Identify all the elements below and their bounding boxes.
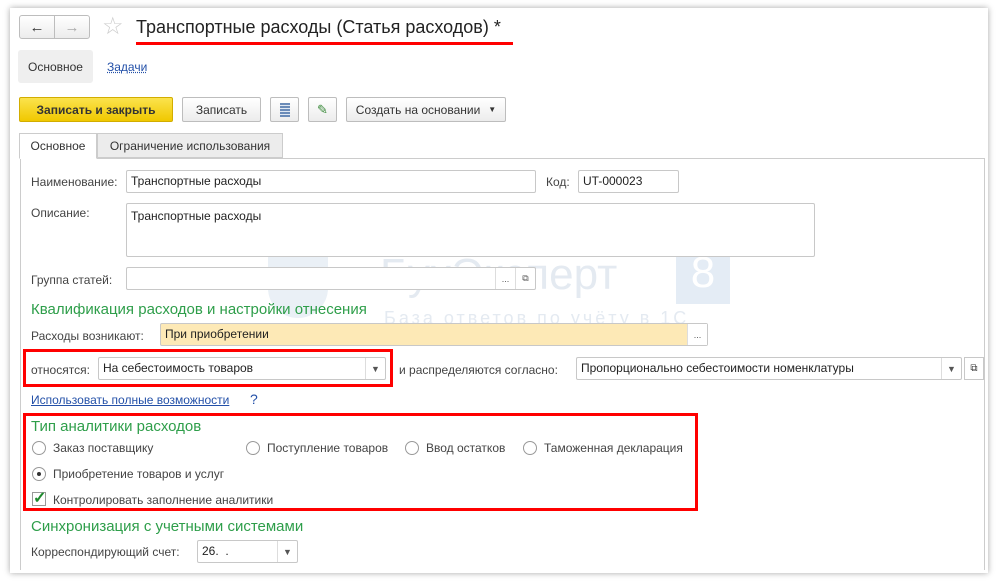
chevron-down-icon[interactable]: ▼ (277, 541, 297, 562)
arise-label: Расходы возникают: (31, 329, 144, 343)
analytics-header: Тип аналитики расходов (31, 418, 202, 435)
group-label: Группа статей: (31, 273, 113, 287)
radio-label: Заказ поставщику (53, 441, 154, 455)
create-based-button[interactable]: Создать на основании ▼ (346, 97, 506, 122)
account-select[interactable]: 26. . ▼ (197, 540, 298, 563)
chevron-down-icon[interactable]: ▼ (941, 358, 961, 379)
radio-label: Ввод остатков (426, 441, 506, 455)
nav-main-label: Основное (28, 59, 83, 74)
arise-select-button[interactable]: ... (687, 324, 707, 345)
description-label: Описание: (31, 206, 90, 220)
full-features-link[interactable]: Использовать полные возможности (31, 393, 229, 407)
relate-label: относятся: (31, 363, 90, 377)
radio-supplier-order[interactable] (32, 441, 46, 455)
radio-goods-services-purchase[interactable] (32, 467, 46, 481)
pencil-clock-icon: ✎ (317, 101, 328, 117)
title-underline (136, 42, 513, 45)
save-close-button[interactable]: Записать и закрыть (19, 97, 173, 122)
back-button[interactable]: ← (19, 15, 55, 39)
open-icon[interactable]: ⧉ (964, 357, 984, 380)
group-input[interactable]: ... ⧉ (126, 267, 536, 290)
tab-restrictions[interactable]: Ограничение использования (97, 133, 283, 158)
chevron-down-icon[interactable]: ▼ (365, 358, 385, 379)
document-list-icon (279, 102, 290, 117)
account-label: Корреспондирующий счет: (31, 545, 180, 559)
edit-history-button[interactable]: ✎ (308, 97, 337, 122)
distrib-label: и распределяются согласно: (399, 363, 558, 377)
code-label: Код: (546, 175, 570, 189)
nav-main[interactable]: Основное (18, 50, 93, 83)
qualification-header: Квалификация расходов и настройки отнесе… (31, 301, 367, 318)
name-input[interactable]: Транспортные расходы (126, 170, 536, 193)
group-select-button[interactable]: ... (495, 268, 515, 289)
radio-opening-balance[interactable] (405, 441, 419, 455)
distrib-select[interactable]: Пропорционально себестоимости номенклату… (576, 357, 962, 380)
page-title: Транспортные расходы (Статья расходов) * (136, 17, 501, 37)
radio-label: Приобретение товаров и услуг (53, 467, 225, 481)
relate-select[interactable]: На себестоимость товаров ▼ (98, 357, 386, 380)
save-button[interactable]: Записать (182, 97, 261, 122)
name-label: Наименование: (31, 175, 118, 189)
description-textarea[interactable]: Транспортные расходы (126, 203, 815, 257)
arrow-right-icon: → (64, 18, 80, 36)
code-input[interactable]: UT-000023 (578, 170, 679, 193)
help-icon[interactable]: ? (250, 391, 258, 407)
nav-tasks-link[interactable]: Задачи (107, 60, 147, 74)
radio-goods-receipt[interactable] (246, 441, 260, 455)
control-label: Контролировать заполнение аналитики (53, 493, 274, 507)
forward-button[interactable]: → (54, 15, 90, 39)
arise-input[interactable]: При приобретении... (160, 323, 708, 346)
chevron-down-icon: ▼ (488, 105, 497, 114)
radio-label: Поступление товаров (267, 441, 389, 455)
list-button[interactable] (270, 97, 299, 122)
arrow-left-icon: ← (29, 18, 45, 36)
sync-header: Синхронизация с учетными системами (31, 518, 304, 535)
create-based-label: Создать на основании (355, 102, 481, 117)
radio-customs-declaration[interactable] (523, 441, 537, 455)
control-checkbox[interactable]: ✓ (32, 490, 47, 507)
checkmark-icon: ✓ (33, 490, 47, 507)
open-icon[interactable]: ⧉ (515, 268, 535, 289)
favorite-star-icon[interactable]: ☆ (102, 12, 124, 41)
radio-label: Таможенная декларация (544, 441, 683, 455)
tab-main[interactable]: Основное (19, 133, 97, 159)
